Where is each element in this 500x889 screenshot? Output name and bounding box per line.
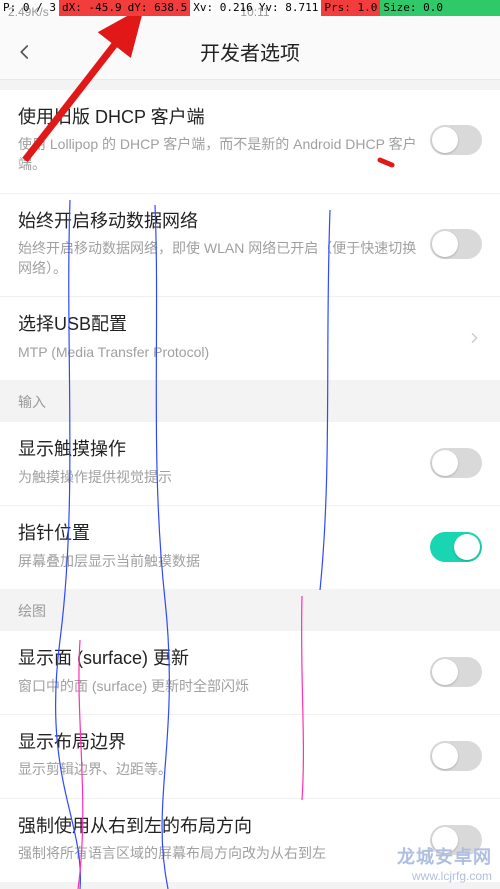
spacer — [0, 80, 500, 90]
toggle-show-touches[interactable] — [430, 448, 482, 478]
toggle-pointer-location[interactable] — [430, 532, 482, 562]
item-title: 选择USB配置 — [18, 313, 454, 336]
item-surface-updates[interactable]: 显示面 (surface) 更新 窗口中的面 (surface) 更新时全部闪烁 — [0, 631, 500, 715]
item-mobile-data-always[interactable]: 始终开启移动数据网络 始终开启移动数据网络，即使 WLAN 网络已开启（便于快速… — [0, 194, 500, 298]
item-sub: 窗口中的面 (surface) 更新时全部闪烁 — [18, 677, 418, 697]
section-drawing: 绘图 — [0, 589, 500, 631]
toggle-dhcp[interactable] — [430, 125, 482, 155]
item-title: 强制使用从右到左的布局方向 — [18, 815, 418, 838]
item-title: 显示布局边界 — [18, 731, 418, 754]
item-layout-bounds[interactable]: 显示布局边界 显示剪辑边界、边距等。 — [0, 715, 500, 799]
item-legacy-dhcp[interactable]: 使用旧版 DHCP 客户端 使用 Lollipop 的 DHCP 客户端，而不是… — [0, 90, 500, 194]
item-usb-config[interactable]: 选择USB配置 MTP (Media Transfer Protocol) — [0, 297, 500, 380]
debug-size: Size: 0.0 — [380, 0, 500, 16]
item-sub: 强制将所有语言区域的屏幕布局方向改为从右到左 — [18, 844, 418, 864]
watermark: 龙城安卓网 www.lcjrfg.com — [397, 843, 492, 883]
app-header: 开发者选项 — [0, 24, 500, 80]
settings-group-input: 显示触摸操作 为触摸操作提供视觉提示 指针位置 屏幕叠加层显示当前触摸数据 — [0, 422, 500, 589]
item-title: 显示触摸操作 — [18, 438, 418, 461]
item-pointer-location[interactable]: 指针位置 屏幕叠加层显示当前触摸数据 — [0, 506, 500, 589]
chevron-right-icon — [466, 330, 482, 346]
item-title: 显示面 (surface) 更新 — [18, 647, 418, 670]
item-title: 使用旧版 DHCP 客户端 — [18, 106, 418, 129]
toggle-mobile-data[interactable] — [430, 229, 482, 259]
item-sub: 屏幕叠加层显示当前触摸数据 — [18, 552, 418, 572]
toggle-surface-updates[interactable] — [430, 657, 482, 687]
back-icon[interactable] — [16, 40, 40, 64]
item-sub: 使用 Lollipop 的 DHCP 客户端，而不是新的 Android DHC… — [18, 135, 418, 174]
debug-dx: dX: -45.9 — [59, 0, 125, 16]
watermark-url: www.lcjrfg.com — [397, 869, 492, 883]
item-title: 指针位置 — [18, 522, 418, 545]
item-sub: 始终开启移动数据网络，即使 WLAN 网络已开启（便于快速切换网络）。 — [18, 239, 418, 278]
settings-group-1: 使用旧版 DHCP 客户端 使用 Lollipop 的 DHCP 客户端，而不是… — [0, 90, 500, 380]
item-sub: 显示剪辑边界、边距等。 — [18, 760, 418, 780]
toggle-layout-bounds[interactable] — [430, 741, 482, 771]
item-show-touches[interactable]: 显示触摸操作 为触摸操作提供视觉提示 — [0, 422, 500, 506]
item-sub: 为触摸操作提供视觉提示 — [18, 468, 418, 488]
page-title: 开发者选项 — [40, 37, 460, 66]
pointer-debug-bar: P: 0 / 3 dX: -45.9 dY: 638.5 Xv: 0.216 Y… — [0, 0, 500, 16]
watermark-title: 龙城安卓网 — [397, 843, 492, 869]
debug-yv: Yv: 8.711 — [256, 0, 322, 16]
debug-prs: Prs: 1.0 — [321, 0, 380, 16]
debug-dy: dY: 638.5 — [125, 0, 191, 16]
debug-xv: Xv: 0.216 — [190, 0, 256, 16]
item-sub: MTP (Media Transfer Protocol) — [18, 343, 454, 363]
debug-p: P: 0 / 3 — [0, 0, 59, 16]
section-input: 输入 — [0, 380, 500, 422]
item-title: 始终开启移动数据网络 — [18, 210, 418, 233]
